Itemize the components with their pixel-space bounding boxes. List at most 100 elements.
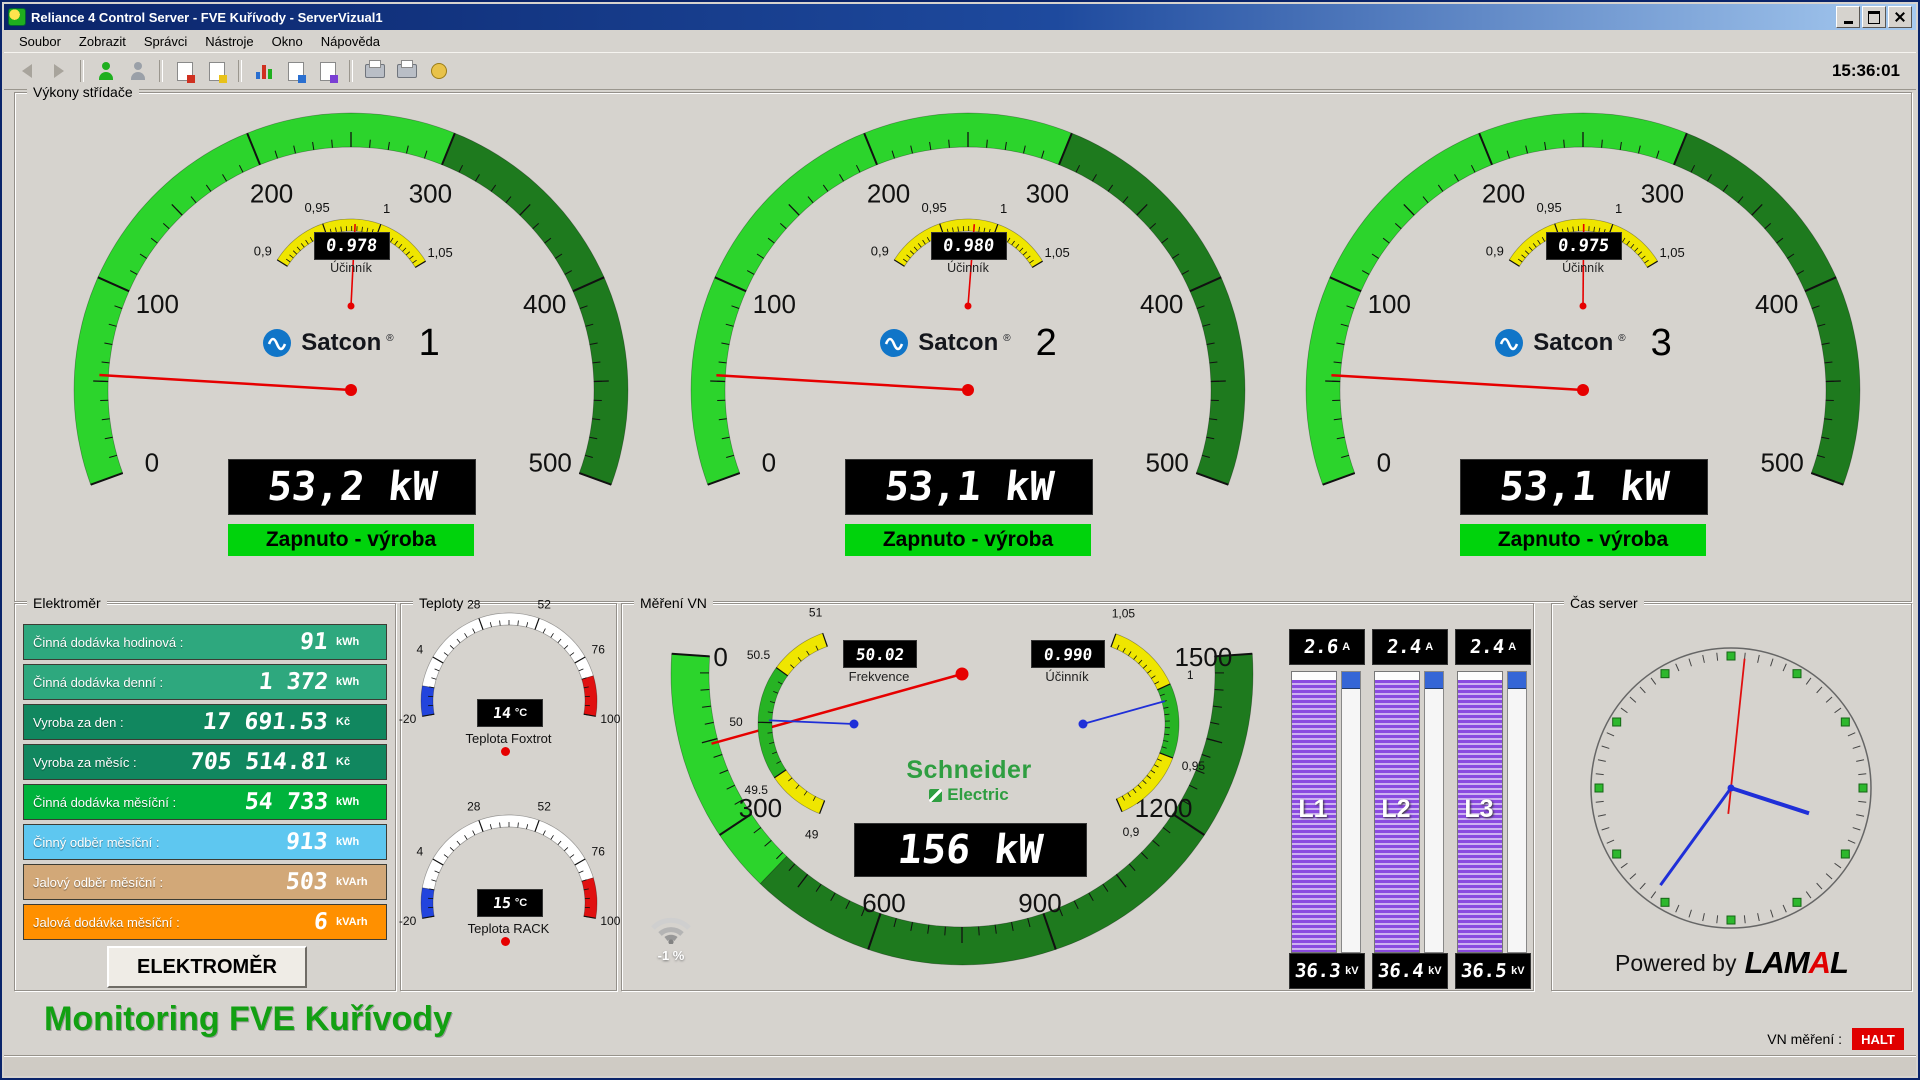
menu-zobrazit[interactable]: Zobrazit: [70, 32, 135, 51]
gauge-tick: [1211, 381, 1226, 382]
clock-tick: [1602, 828, 1610, 830]
gauge-scale-label: 600: [862, 888, 905, 918]
doc-blue-icon: [288, 62, 304, 81]
schneider-brand-line1: Schneider: [869, 756, 1069, 785]
user-online-button[interactable]: [91, 57, 120, 85]
print-preview-button[interactable]: [392, 57, 421, 85]
gauge-tick: [1602, 140, 1603, 148]
powered-by-text: Powered by: [1615, 950, 1736, 977]
print-button[interactable]: [360, 57, 389, 85]
clock-tick: [1853, 828, 1861, 830]
clock-tick: [1621, 863, 1627, 868]
app-window: Reliance 4 Control Server - FVE Kuřívody…: [0, 0, 1920, 1080]
power-factor-label: Účinník: [1303, 261, 1863, 275]
gauge-scale-label: 0: [145, 448, 159, 478]
gauge-scale-label: 100: [753, 289, 796, 319]
gauge-scale-label: 1: [1187, 668, 1194, 682]
maximize-button[interactable]: [1862, 6, 1886, 28]
row-value: 17 691.53: [202, 709, 329, 735]
clock-tick: [1689, 910, 1691, 918]
gauge-tick: [945, 927, 946, 936]
menu-spravci[interactable]: Správci: [135, 32, 196, 51]
stamp-button[interactable]: [424, 57, 453, 85]
temperature-display-rack: 15°C: [477, 889, 543, 917]
elektromer-rows: Činná dodávka hodinová :91kWhČinná dodáv…: [23, 624, 387, 944]
copy-button[interactable]: [281, 57, 310, 85]
elektromer-button[interactable]: ELEKTROMĚR: [107, 946, 307, 988]
clock-center-dot: [1728, 785, 1735, 792]
gauge-needle: [99, 375, 351, 390]
power-factor-display: 0.980: [931, 232, 1007, 260]
gauge-scale-label: 500: [529, 448, 572, 478]
phase-label: L1: [1289, 795, 1337, 824]
toolbar-separator: [238, 60, 242, 82]
clock-tick: [1771, 910, 1773, 918]
vn-measurement-label: VN měření :: [1767, 1031, 1842, 1047]
gauge-scale-label: 400: [1140, 289, 1183, 319]
clock-tick: [1717, 653, 1718, 661]
menu-soubor[interactable]: Soubor: [10, 32, 70, 51]
schneider-symbol-icon: [929, 789, 942, 802]
current-value: 2.4: [1386, 636, 1423, 658]
gauge-tick: [979, 927, 980, 936]
voltage-unit: kV: [1511, 965, 1524, 977]
clock-hour-marker: [1841, 718, 1849, 726]
phase-bar: L3: [1455, 671, 1529, 953]
clock-tick: [1835, 863, 1841, 868]
panel-teploty: Teploty -204285276100 14°C Teplota Foxtr…: [400, 603, 617, 991]
chart-button[interactable]: [249, 57, 278, 85]
menu-nastroje[interactable]: Nástroje: [196, 32, 262, 51]
gauge-scale-label: 4: [416, 845, 423, 859]
nav-forward-button[interactable]: [44, 57, 73, 85]
row-value: 705 514.81: [188, 749, 329, 775]
gauge-pivot: [348, 303, 355, 310]
power-factor-display: 0.978: [314, 232, 390, 260]
clock-tick: [1602, 746, 1610, 748]
power-display: 53,2 kW: [228, 459, 476, 515]
panel-mereni-vn: Měření VN 0300600900120015004949.55050.5…: [621, 603, 1534, 991]
clock-tick: [1858, 801, 1866, 802]
report-button[interactable]: [313, 57, 342, 85]
clock-tick: [1806, 892, 1811, 898]
titlebar[interactable]: Reliance 4 Control Server - FVE Kuřívody…: [4, 4, 1916, 30]
inverter-brand-row: Satcon ® 3: [1303, 322, 1863, 364]
gauge-needle: [712, 674, 963, 744]
vn-status-badge: HALT: [1852, 1028, 1904, 1050]
gauge-pivot: [1580, 303, 1587, 310]
gauge-scale-label: 1,05: [427, 245, 452, 260]
vn-power-display: 156 kW: [854, 823, 1087, 877]
clock-tick: [1596, 774, 1604, 775]
phase-bars: 2.6AL136.3kV2.4AL236.4kV2.4AL336.5kV: [1289, 629, 1529, 989]
minimize-button[interactable]: [1836, 6, 1860, 28]
nav-back-button[interactable]: [12, 57, 41, 85]
gauge-tick: [949, 140, 950, 148]
clock-tick: [1826, 697, 1832, 702]
row-value: 1 372: [257, 669, 329, 695]
doc-red-button[interactable]: [170, 57, 199, 85]
gauge-scale-label: 1500: [1174, 642, 1232, 672]
phase-label: L2: [1372, 795, 1420, 824]
brand-name: Satcon: [301, 329, 381, 357]
user-offline-button[interactable]: [123, 57, 152, 85]
phase-bar-marker: [1508, 672, 1526, 689]
clock-tick: [1853, 746, 1861, 748]
phase-bar-side: [1424, 671, 1444, 953]
powered-by: Powered by LAMAL: [1552, 945, 1911, 981]
gauge-tick: [701, 690, 710, 691]
doc-yellow-button[interactable]: [202, 57, 231, 85]
gauge-needle: [1083, 701, 1165, 724]
close-button[interactable]: [1888, 6, 1912, 28]
toolbar-clock: 15:36:01: [1832, 53, 1900, 89]
row-label: Činný odběr měsíční :: [33, 835, 159, 850]
gauge-scale-label: 0,9: [871, 243, 889, 258]
window-title: Reliance 4 Control Server - FVE Kuřívody…: [31, 10, 383, 25]
row-unit: kWh: [328, 636, 380, 648]
menu-napoveda[interactable]: Nápověda: [312, 32, 389, 51]
gauge-scale-label: 0,9: [254, 243, 272, 258]
inverter-status: Zapnuto - výroba: [845, 524, 1091, 556]
clock-tick: [1817, 687, 1822, 693]
clock-hour-marker: [1793, 898, 1801, 906]
clock-tick: [1848, 733, 1855, 736]
menu-okno[interactable]: Okno: [263, 32, 312, 51]
inverter-block-2: 01002003004005000,90,9511,05 0.980 Účinn…: [688, 90, 1248, 590]
